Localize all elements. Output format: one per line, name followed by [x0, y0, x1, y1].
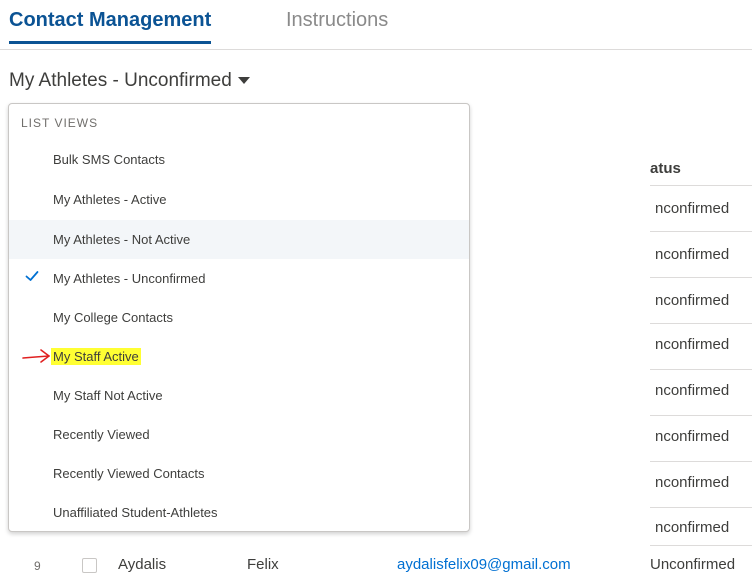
list-view-item-label: My Staff Not Active: [53, 388, 163, 403]
divider: [650, 323, 752, 324]
divider: [650, 507, 752, 508]
divider: [650, 231, 752, 232]
divider: [650, 277, 752, 278]
list-view-item-label: Bulk SMS Contacts: [53, 152, 165, 167]
divider: [650, 415, 752, 416]
status-cell: nconfirmed: [655, 246, 730, 263]
list-view-switcher[interactable]: My Athletes - Unconfirmed: [9, 70, 250, 92]
status-cell: nconfirmed: [655, 292, 730, 309]
list-views-dropdown: LIST VIEWS Bulk SMS Contacts My Athletes…: [8, 103, 470, 532]
status-column-header[interactable]: atus: [650, 160, 681, 177]
row-checkbox[interactable]: [82, 558, 97, 573]
red-arrow-annotation-icon: [22, 349, 50, 363]
list-view-item-label: Recently Viewed: [53, 427, 150, 442]
list-view-title: My Athletes - Unconfirmed: [9, 70, 232, 91]
email-link[interactable]: aydalisfelix09@gmail.com: [397, 556, 571, 573]
list-view-item[interactable]: My Staff Active: [9, 337, 469, 376]
list-view-item[interactable]: Bulk SMS Contacts: [9, 140, 469, 179]
tab-contact-management[interactable]: Contact Management: [9, 9, 212, 44]
list-view-item-label: My Staff Active: [51, 348, 141, 365]
caret-down-icon: [237, 77, 250, 85]
highlighted-label: My Staff Active: [51, 348, 141, 365]
divider: [650, 369, 752, 370]
list-view-item-label: My Athletes - Active: [53, 192, 167, 207]
list-view-item[interactable]: Recently Viewed Contacts: [9, 454, 469, 493]
status-cell: nconfirmed: [655, 200, 730, 217]
divider: [650, 461, 752, 462]
status-cell: nconfirmed: [655, 519, 730, 536]
last-name-cell: Felix: [247, 556, 279, 573]
row-number: 9: [34, 559, 41, 573]
table-row[interactable]: 9 Aydalis Felix aydalisfelix09@gmail.com…: [0, 553, 752, 578]
list-view-item-label: My Athletes - Unconfirmed: [53, 271, 206, 286]
status-cell: nconfirmed: [655, 382, 730, 399]
list-view-item-label: Unaffiliated Student-Athletes: [53, 505, 218, 520]
list-view-item-label: My College Contacts: [53, 310, 173, 325]
tab-instructions[interactable]: Instructions: [286, 9, 388, 32]
first-name-cell: Aydalis: [118, 556, 167, 573]
list-view-item[interactable]: Unaffiliated Student-Athletes: [9, 493, 469, 531]
status-cell: Unconfirmed: [650, 556, 736, 573]
list-view-item-label: My Athletes - Not Active: [53, 232, 191, 247]
status-cell: nconfirmed: [655, 336, 730, 353]
list-view-item[interactable]: My Athletes - Not Active: [9, 220, 469, 259]
divider: [650, 545, 752, 546]
list-view-item[interactable]: My College Contacts: [9, 298, 469, 337]
list-view-item-selected[interactable]: My Athletes - Unconfirmed: [9, 259, 469, 298]
contact-management-page: Contact Management Instructions My Athle…: [0, 0, 752, 578]
tab-bar: Contact Management Instructions: [0, 0, 752, 50]
list-view-item[interactable]: My Athletes - Active: [9, 180, 469, 219]
status-cell: nconfirmed: [655, 474, 730, 491]
list-view-item[interactable]: Recently Viewed: [9, 415, 469, 454]
status-cell: nconfirmed: [655, 428, 730, 445]
list-view-item-label: Recently Viewed Contacts: [53, 466, 205, 481]
list-view-item[interactable]: My Staff Not Active: [9, 376, 469, 415]
divider: [650, 185, 752, 186]
list-views-header: LIST VIEWS: [21, 116, 99, 130]
checkmark-icon: [25, 271, 39, 281]
